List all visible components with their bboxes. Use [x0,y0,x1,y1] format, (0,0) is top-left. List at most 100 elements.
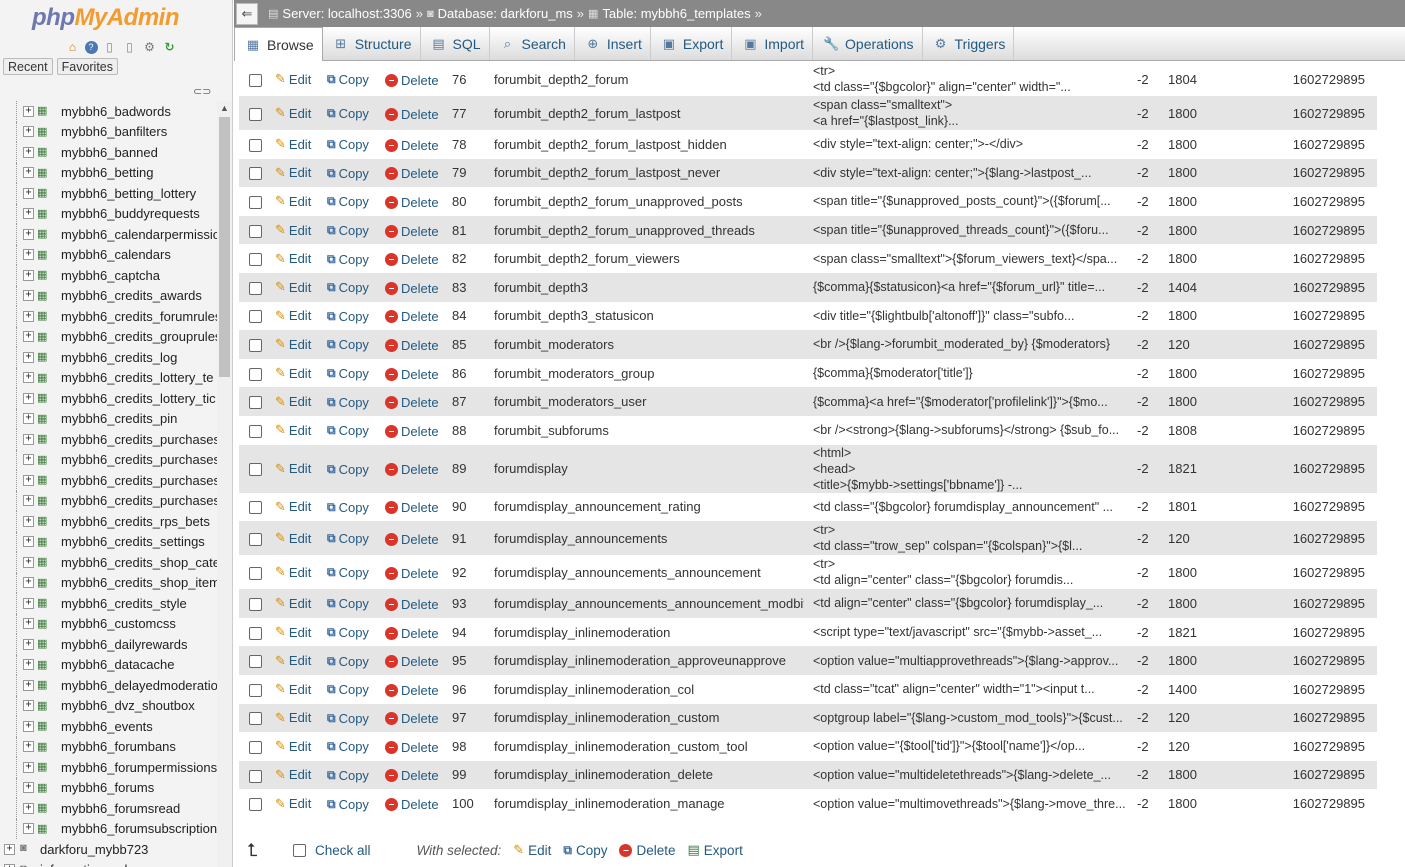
row-checkbox[interactable] [249,532,262,546]
copy-link[interactable]: ⧉ Copy [327,137,369,152]
tree-scrollbar[interactable]: ▲ [217,101,232,867]
expand-icon[interactable]: + [23,372,34,384]
copy-link[interactable]: ⧉ Copy [327,500,369,515]
tree-table-name[interactable]: mybbh6_credits_purchases [61,493,217,508]
edit-link[interactable]: ✎ Edit [275,222,311,238]
expand-icon[interactable]: + [23,720,34,732]
row-checkbox[interactable] [249,367,262,381]
tree-table-item[interactable]: + ▦ mybbh6_forums [0,777,217,798]
expand-icon[interactable]: + [23,351,34,363]
row-checkbox[interactable] [249,798,262,812]
tree-table-item[interactable]: + ▦ mybbh6_captcha [0,265,217,286]
tree-table-item[interactable]: + ▦ mybbh6_forumpermissions [0,757,217,778]
row-checkbox[interactable] [249,253,262,267]
tree-table-name[interactable]: mybbh6_delayedmoderatio [61,678,217,693]
row-checkbox[interactable] [249,338,262,352]
delete-link[interactable]: – Delete [385,309,439,324]
delete-link[interactable]: – Delete [385,224,439,239]
link-with-main-panel-icon[interactable]: ⊂⊃ [193,85,211,98]
expand-icon[interactable]: + [23,741,34,753]
expand-icon[interactable]: + [23,187,34,199]
tree-table-item[interactable]: + ▦ mybbh6_credits_rps_bets [0,511,217,532]
tree-table-name[interactable]: mybbh6_credits_purchases [61,452,217,467]
tree-table-item[interactable]: + ▦ mybbh6_forumsubscription [0,818,217,839]
tree-table-name[interactable]: mybbh6_credits_style [61,596,187,611]
expand-icon[interactable]: + [23,659,34,671]
row-checkbox[interactable] [249,167,262,181]
expand-icon[interactable]: + [23,782,34,794]
tree-table-name[interactable]: mybbh6_credits_rps_bets [61,514,210,529]
row-checkbox[interactable] [249,73,262,87]
tree-table-item[interactable]: + ▦ mybbh6_forumbans [0,736,217,757]
row-checkbox[interactable] [249,655,262,669]
expand-icon[interactable]: + [23,597,34,609]
tree-database-item[interactable]: +◙information_schema [0,860,217,867]
edit-link[interactable]: ✎ Edit [275,767,311,783]
edit-link[interactable]: ✎ Edit [275,279,311,295]
edit-link[interactable]: ✎ Edit [275,394,311,410]
delete-link[interactable]: – Delete [385,166,439,181]
edit-link[interactable]: ✎ Edit [275,193,311,209]
edit-link[interactable]: ✎ Edit [275,461,311,477]
bulk-delete-button[interactable]: – Delete [619,843,676,858]
copy-link[interactable]: ⧉ Copy [327,423,369,438]
edit-link[interactable]: ✎ Edit [275,624,311,640]
tree-table-item[interactable]: + ▦ mybbh6_credits_shop_item [0,572,217,593]
copy-link[interactable]: ⧉ Copy [327,309,369,324]
row-checkbox[interactable] [249,501,262,515]
tree-table-item[interactable]: + ▦ mybbh6_credits_awards [0,285,217,306]
expand-icon[interactable]: + [23,331,34,343]
phpmyadmin-logo[interactable]: phpMyAdmin [0,0,232,36]
tree-table-name[interactable]: mybbh6_banfilters [61,124,167,139]
delete-link[interactable]: – Delete [385,338,439,353]
tree-table-name[interactable]: mybbh6_credits_forumrules [61,309,217,324]
tree-table-item[interactable]: + ▦ mybbh6_credits_purchases [0,449,217,470]
tree-table-name[interactable]: mybbh6_credits_awards [61,288,202,303]
check-all-checkbox[interactable] [293,843,306,857]
row-checkbox[interactable] [249,769,262,783]
expand-icon[interactable]: + [23,126,34,138]
delete-link[interactable]: – Delete [385,281,439,296]
scroll-up-icon[interactable]: ▲ [220,103,229,113]
copy-link[interactable]: ⧉ Copy [327,72,369,87]
edit-link[interactable]: ✎ Edit [275,136,311,152]
edit-link[interactable]: ✎ Edit [275,653,311,669]
delete-link[interactable]: – Delete [385,683,439,698]
tree-table-name[interactable]: mybbh6_credits_log [61,350,177,365]
delete-link[interactable]: – Delete [385,797,439,812]
tree-table-item[interactable]: + ▦ mybbh6_credits_lottery_te [0,367,217,388]
tree-table-name[interactable]: mybbh6_credits_lottery_tic [61,391,216,406]
expand-icon[interactable]: + [23,823,34,835]
expand-icon[interactable]: + [23,618,34,630]
tree-database-item[interactable]: + ◙ darkforu_mybb723 [0,839,217,860]
expand-icon[interactable]: + [23,167,34,179]
row-checkbox[interactable] [249,424,262,438]
expand-icon[interactable]: + [23,761,34,773]
delete-link[interactable]: – Delete [385,252,439,267]
edit-link[interactable]: ✎ Edit [275,336,311,352]
tree-table-name[interactable]: mybbh6_forumbans [61,739,176,754]
tree-table-item[interactable]: + ▦ mybbh6_credits_shop_cate [0,552,217,573]
edit-link[interactable]: ✎ Edit [275,251,311,267]
expand-icon[interactable]: + [23,515,34,527]
row-checkbox[interactable] [249,566,262,580]
sql-query-icon[interactable]: ▯ [122,39,138,55]
expand-icon[interactable]: + [23,474,34,486]
copy-link[interactable]: ⧉ Copy [327,462,369,477]
tree-table-item[interactable]: + ▦ mybbh6_credits_grouprules [0,326,217,347]
collapse-navigation-button[interactable]: ⇐ [236,2,258,25]
tab-structure[interactable]: ⊞ Structure [323,27,421,60]
delete-link[interactable]: – Delete [385,138,439,153]
copy-link[interactable]: ⧉ Copy [327,223,369,238]
tree-table-item[interactable]: + ▦ mybbh6_credits_purchases [0,470,217,491]
row-checkbox[interactable] [249,463,262,477]
expand-icon[interactable]: + [23,413,34,425]
copy-link[interactable]: ⧉ Copy [327,194,369,209]
tree-table-item[interactable]: + ▦ mybbh6_banned [0,142,217,163]
copy-link[interactable]: ⧉ Copy [327,682,369,697]
delete-link[interactable]: – Delete [385,597,439,612]
edit-link[interactable]: ✎ Edit [275,365,311,381]
delete-link[interactable]: – Delete [385,711,439,726]
copy-link[interactable]: ⧉ Copy [327,531,369,546]
delete-link[interactable]: – Delete [385,626,439,641]
